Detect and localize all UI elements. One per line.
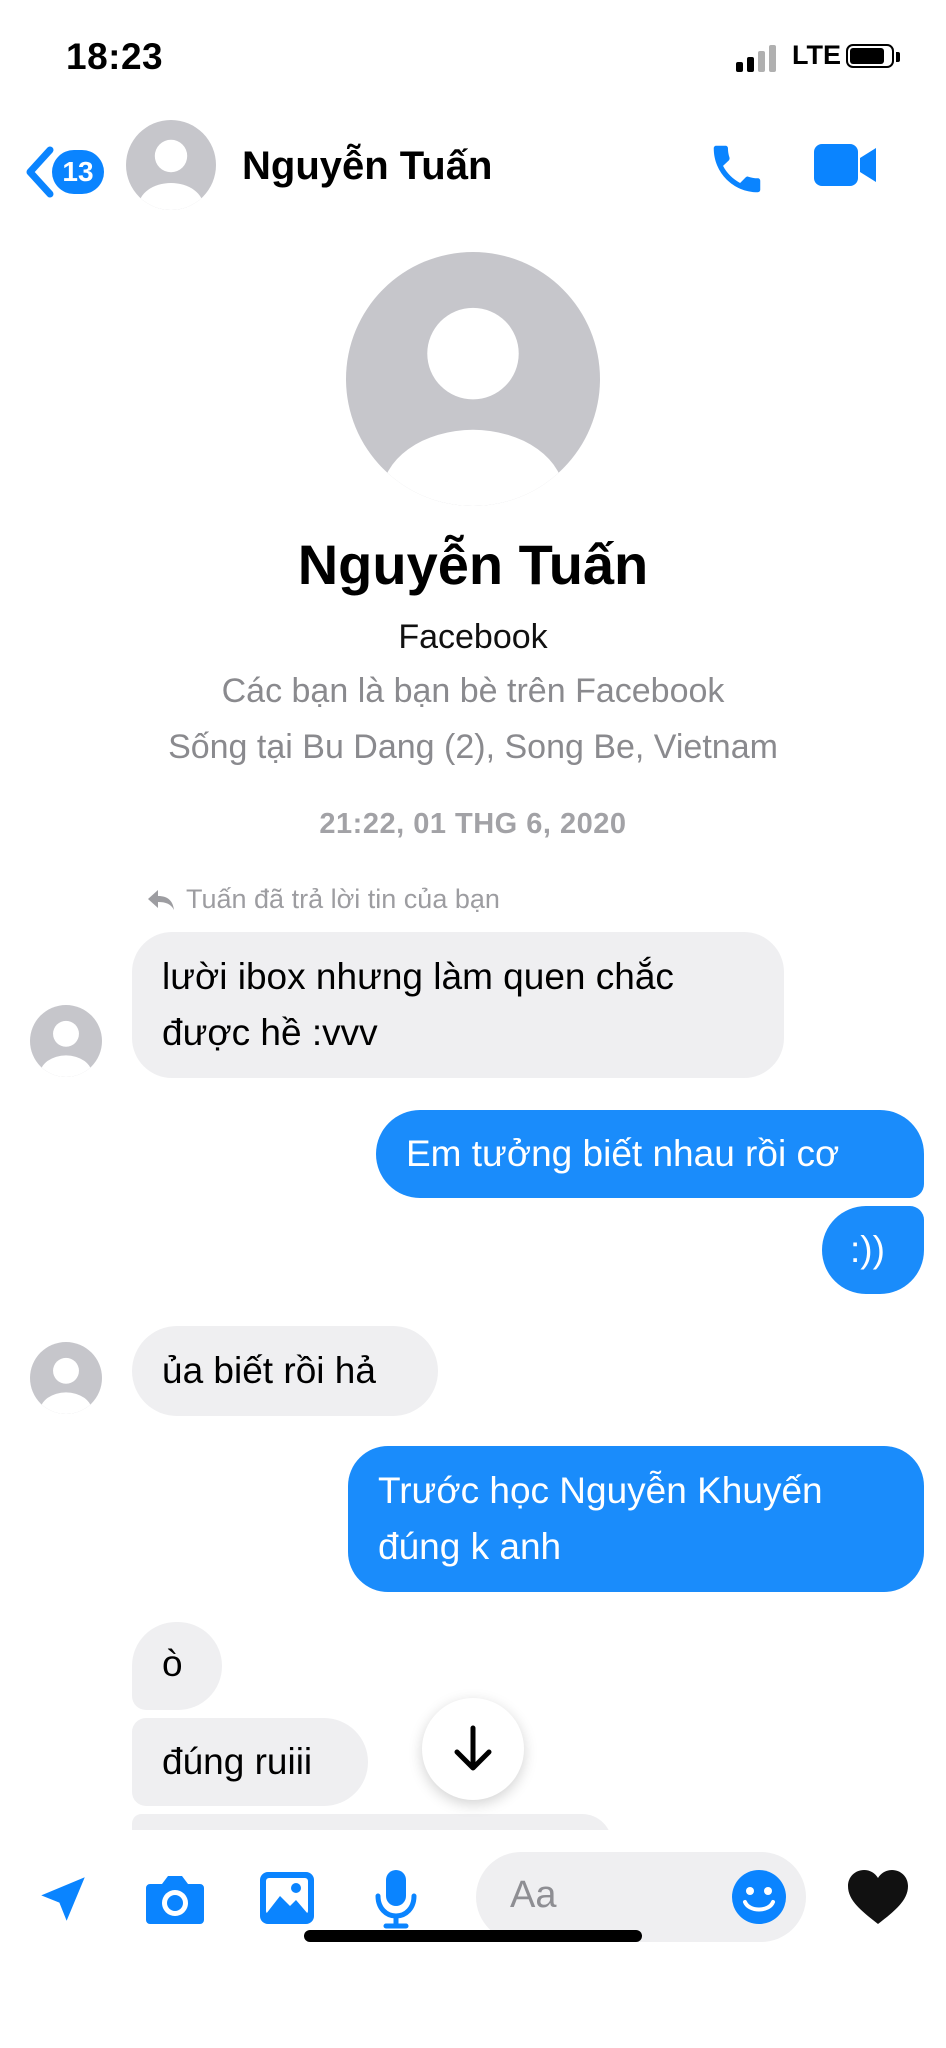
location-icon[interactable] — [34, 1870, 92, 1928]
contact-name[interactable]: Nguyễn Tuấn — [242, 144, 492, 189]
sender-avatar[interactable] — [30, 1342, 102, 1414]
back-button[interactable]: 13 — [22, 142, 112, 200]
emoji-icon[interactable] — [730, 1868, 788, 1926]
status-bar: 18:23 LTE — [0, 0, 946, 110]
message-text: đúng k anh — [378, 1526, 562, 1567]
profile-source: Facebook — [398, 618, 548, 656]
message-input-placeholder: Aa — [510, 1874, 557, 1916]
arrow-down-icon — [454, 1725, 492, 1771]
unread-badge: 13 — [52, 150, 104, 194]
battery-icon — [846, 44, 902, 70]
message-bubble-outgoing[interactable]: :)) — [822, 1206, 924, 1294]
message-text: đúng ruiii — [162, 1741, 313, 1782]
message-input[interactable]: Aa — [476, 1852, 806, 1942]
home-indicator — [304, 1930, 642, 1942]
message-bubble-incoming[interactable]: ò — [132, 1622, 222, 1710]
reply-icon — [148, 889, 174, 910]
scroll-to-bottom-button[interactable] — [422, 1698, 524, 1800]
image-icon[interactable] — [258, 1870, 316, 1926]
message-text: Trước học Nguyễn Khuyến — [378, 1470, 823, 1511]
reply-note-text: Tuấn đã trả lời tin của bạn — [186, 884, 500, 914]
message-text: ủa biết rồi hả — [162, 1350, 376, 1391]
message-bubble-outgoing[interactable]: Em tưởng biết nhau rồi cơ — [376, 1110, 924, 1198]
chevron-left-icon — [26, 146, 54, 198]
message-text: Em tưởng biết nhau rồi cơ — [406, 1133, 840, 1174]
message-text: :)) — [850, 1229, 885, 1270]
message-text: ò — [162, 1643, 183, 1684]
microphone-icon[interactable] — [372, 1868, 420, 1930]
sender-avatar[interactable] — [30, 1005, 102, 1077]
signal-icon — [736, 44, 780, 72]
message-bubble-incoming[interactable]: ủa biết rồi hả — [132, 1326, 438, 1416]
network-label: LTE — [792, 40, 841, 70]
heart-icon[interactable] — [846, 1868, 910, 1928]
thread-timestamp: 21:22, 01 THG 6, 2020 — [319, 808, 627, 840]
message-bubble-incoming[interactable]: đúng ruiii — [132, 1718, 368, 1806]
message-text: lười ibox nhưng làm quen chắc — [162, 956, 674, 997]
video-call-icon[interactable] — [812, 140, 880, 190]
contact-avatar[interactable] — [126, 120, 216, 210]
reply-note: Tuấn đã trả lời tin của bạn — [146, 884, 500, 915]
status-time: 18:23 — [66, 36, 164, 77]
profile-relation: Các bạn là bạn bè trên Facebook — [221, 672, 725, 710]
profile-name: Nguyễn Tuấn — [297, 533, 649, 596]
message-text: được hề :vvv — [162, 1012, 378, 1053]
chat-header: 13 Nguyễn Tuấn — [0, 110, 946, 230]
profile-location: Sống tại Bu Dang (2), Song Be, Vietnam — [168, 728, 778, 766]
message-bubble-incoming[interactable]: lười ibox nhưng làm quen chắc được hề :v… — [132, 932, 784, 1078]
phone-icon[interactable] — [706, 138, 768, 200]
camera-icon[interactable] — [144, 1872, 206, 1926]
message-bubble-outgoing[interactable]: Trước học Nguyễn Khuyến đúng k anh — [348, 1446, 924, 1592]
profile-avatar — [346, 252, 600, 506]
